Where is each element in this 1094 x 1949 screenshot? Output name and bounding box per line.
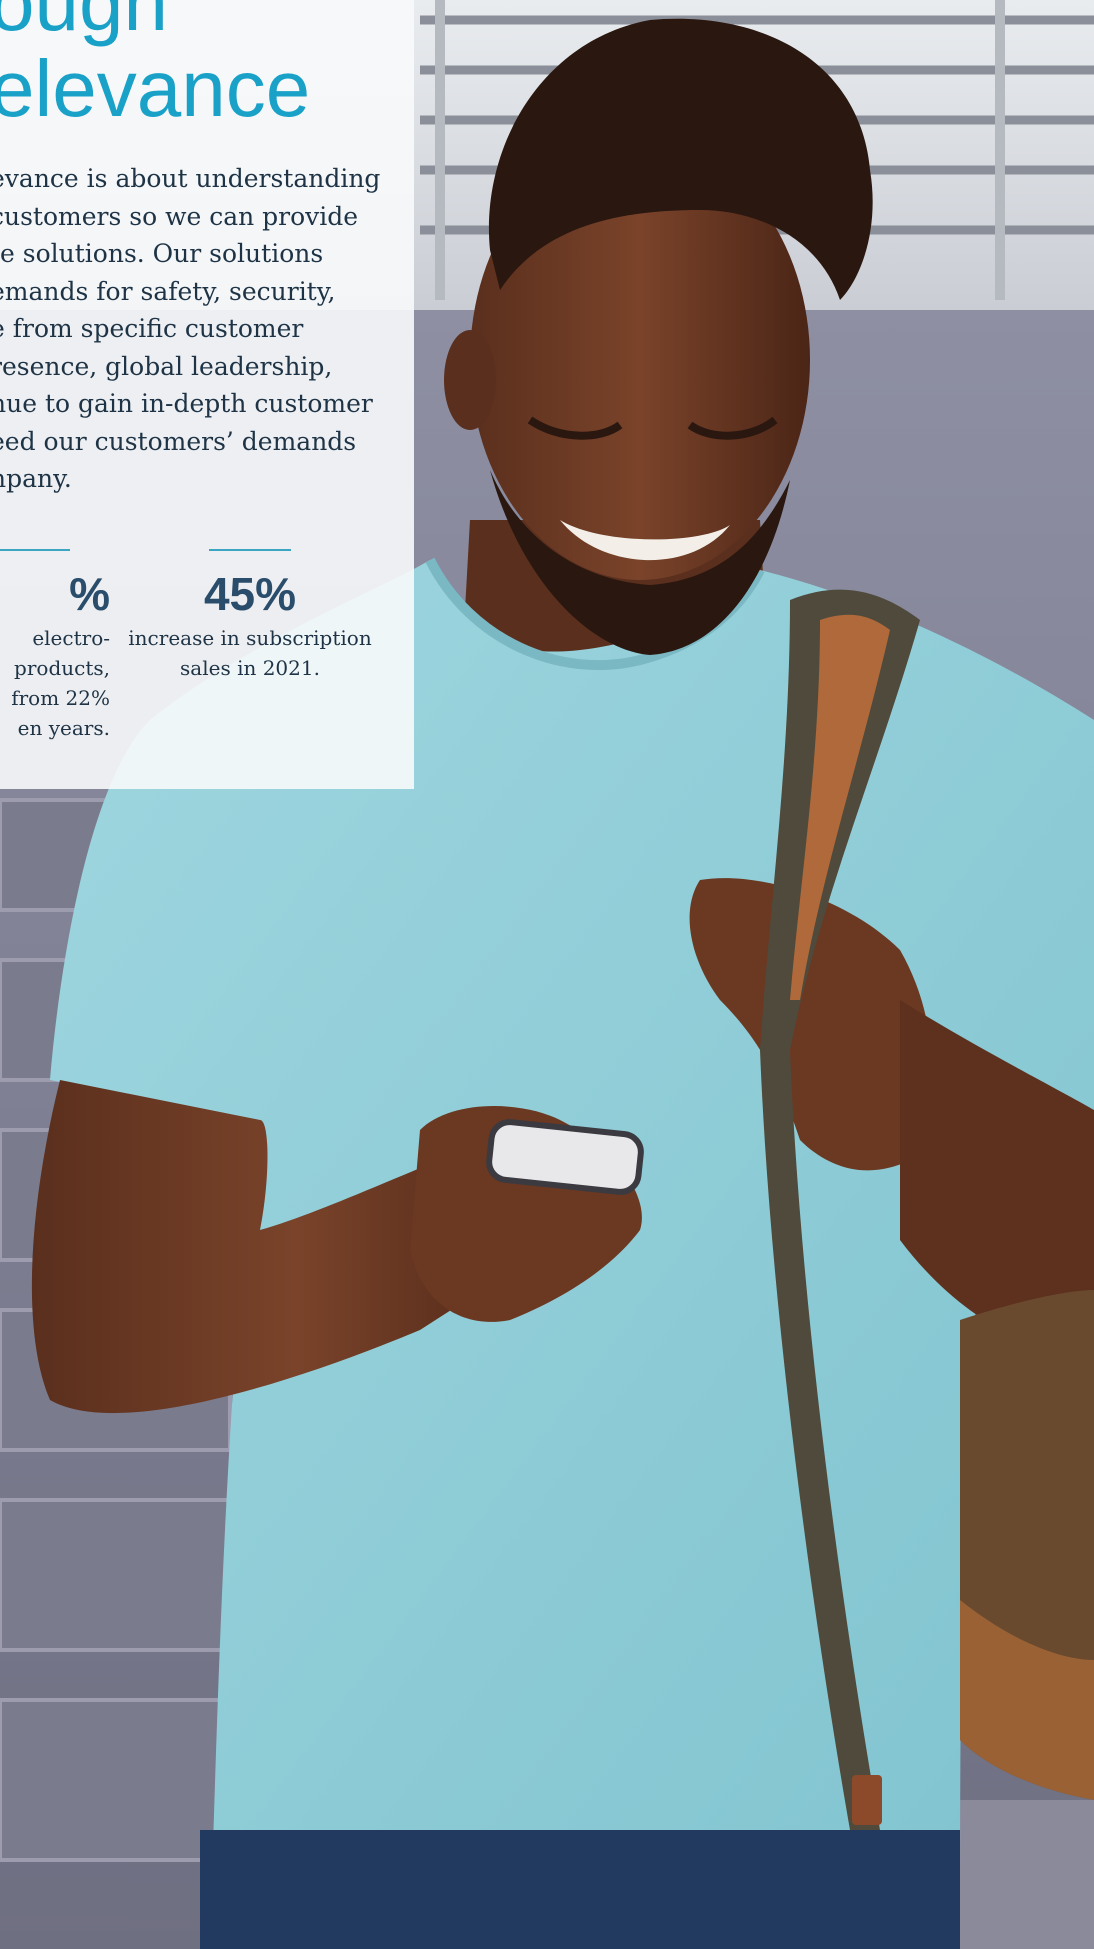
- paragraph-line: eed our customers’ demands: [0, 426, 357, 456]
- stat-block-subscription: 45% increase in subscription sales in 20…: [120, 549, 380, 683]
- caption-line: increase in subscription: [128, 626, 372, 650]
- paragraph-line: emands for safety, security,: [0, 276, 336, 306]
- heading-line-2: elevance: [0, 44, 311, 133]
- caption-line: products,: [14, 656, 110, 680]
- heading-line-1: ough: [0, 0, 168, 47]
- intro-panel: ough elevance evance is about understand…: [0, 0, 414, 789]
- intro-paragraph: evance is about understanding customers …: [0, 160, 400, 498]
- paragraph-line: te solutions. Our solutions: [0, 239, 324, 268]
- caption-line: electro-: [32, 626, 110, 650]
- stat-divider: [0, 549, 70, 551]
- paragraph-line: nue to gain in-depth customer: [0, 389, 373, 418]
- caption-line: sales in 2021.: [180, 656, 320, 680]
- section-heading: ough elevance: [0, 0, 310, 132]
- stat-value: 45%: [203, 568, 297, 620]
- paragraph-line: e from specific customer: [0, 314, 304, 343]
- stat-caption: increase in subscription sales in 2021.: [120, 623, 380, 683]
- stat-caption: electro- products, from 22% en years.: [0, 623, 110, 743]
- paragraph-line: resence, global leadership,: [0, 351, 333, 381]
- paragraph-line: evance is about understanding: [0, 164, 381, 193]
- stat-value: %: [69, 568, 110, 620]
- stat-block-electro: % electro- products, from 22% en years.: [0, 549, 110, 743]
- paragraph-line: customers so we can provide: [0, 201, 359, 231]
- caption-line: en years.: [17, 716, 110, 740]
- paragraph-line: npany.: [0, 464, 72, 493]
- stat-divider: [209, 549, 291, 551]
- caption-line: from 22%: [11, 686, 110, 710]
